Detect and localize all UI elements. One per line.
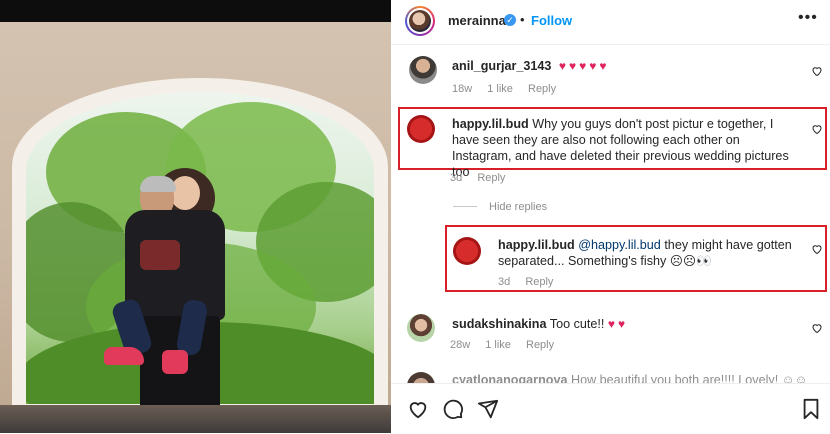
comment-time: 3d [450,172,463,184]
follow-button[interactable]: Follow [531,13,572,28]
commenter-username[interactable]: happy.lil.bud [452,117,529,131]
comment-emojis: ☹☹👀 [669,254,712,268]
sneaker-right [162,350,188,374]
mention-link[interactable]: @happy.lil.bud [578,238,661,252]
comment-icon[interactable] [442,398,464,420]
person-back-face [170,176,200,210]
photo-floor [0,405,391,433]
comment-likes[interactable]: 1 like [485,339,511,351]
heart-icon[interactable] [407,398,429,420]
replies-divider [453,206,477,207]
comment-time: 18w [452,83,473,95]
poster-username[interactable]: merainna [448,13,506,28]
bookmark-icon[interactable] [801,398,821,420]
commenter-avatar[interactable] [407,115,435,143]
comment-time: 28w [450,339,471,351]
comment-hearts: ♥♥ [607,317,629,331]
hide-replies-button[interactable]: Hide replies [489,201,547,213]
commenter-avatar[interactable] [409,56,437,84]
post-photo [0,0,391,433]
like-heart-icon[interactable] [811,243,823,255]
commenter-avatar[interactable] [453,237,481,265]
like-heart-icon[interactable] [811,322,823,334]
post-actions-bar [391,383,830,434]
comment-text: ♥♥♥♥♥ [558,59,610,73]
commenter-avatar[interactable] [407,314,435,342]
reply-button[interactable]: Reply [525,276,553,288]
comment-likes[interactable]: 1 like [487,83,513,95]
person-front-beanie [140,176,176,192]
commenter-username[interactable]: sudakshinakina [452,317,547,331]
reply-button[interactable]: Reply [477,172,505,184]
photo-ceiling [0,0,391,22]
reply-button[interactable]: Reply [526,339,554,351]
comments-panel: merainna ✓ • Follow ••• anil_gurjar_3143… [391,0,830,434]
comment-text: Too cute!! [549,317,605,331]
poster-avatar[interactable] [405,6,435,36]
like-heart-icon[interactable] [811,123,823,135]
commenter-username[interactable]: happy.lil.bud [498,238,575,252]
share-icon[interactable] [477,398,499,420]
reply-button[interactable]: Reply [528,83,556,95]
like-heart-icon[interactable] [811,65,823,77]
verified-icon: ✓ [504,14,516,26]
header-separator: • [520,12,525,27]
post-header: merainna ✓ • Follow ••• [391,0,830,45]
comment-time: 3d [498,276,511,288]
commenter-username[interactable]: anil_gurjar_3143 [452,59,551,73]
sneaker-left [104,347,144,365]
person-tshirt-print [140,240,180,270]
more-icon[interactable]: ••• [798,9,818,27]
